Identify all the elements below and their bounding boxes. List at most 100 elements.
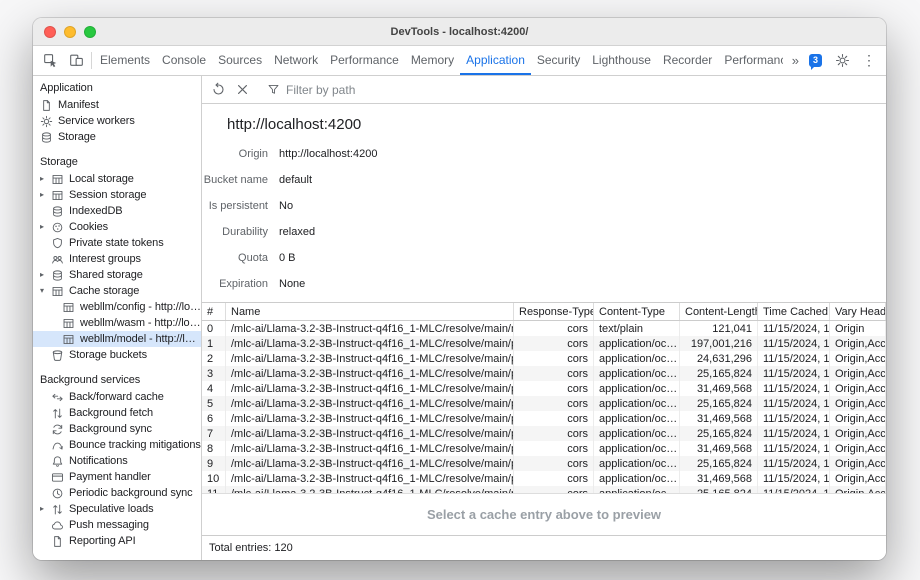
sidebar-item-label: Manifest: [58, 99, 99, 111]
cell-name: /mlc-ai/Llama-3.2-3B-Instruct-q4f16_1-ML…: [226, 471, 514, 486]
sync-icon: [51, 423, 64, 436]
cell-index: 3: [202, 366, 226, 381]
tab-console[interactable]: Console: [156, 46, 212, 75]
column-header-index[interactable]: #: [202, 303, 226, 320]
sidebar-item-webllm-config-http-loc[interactable]: webllm/config - http://loc…: [33, 299, 201, 315]
table-row[interactable]: 4/mlc-ai/Llama-3.2-3B-Instruct-q4f16_1-M…: [202, 381, 886, 396]
expander-icon[interactable]: ▸: [40, 267, 51, 283]
sidebar-item-indexeddb[interactable]: IndexedDB: [33, 203, 201, 219]
table-row[interactable]: 2/mlc-ai/Llama-3.2-3B-Instruct-q4f16_1-M…: [202, 351, 886, 366]
menu-button[interactable]: ⋮: [858, 52, 880, 69]
tab-performance[interactable]: Performance: [324, 46, 405, 75]
cell-response-type: cors: [514, 456, 594, 471]
cell-vary-header: Origin,Access…: [830, 456, 886, 471]
sidebar-item-manifest[interactable]: Manifest: [33, 97, 201, 113]
filter-input[interactable]: [286, 83, 486, 97]
expander-icon[interactable]: ▸: [40, 501, 51, 517]
table-row[interactable]: 8/mlc-ai/Llama-3.2-3B-Instruct-q4f16_1-M…: [202, 441, 886, 456]
expander-icon[interactable]: ▾: [40, 283, 51, 299]
sidebar-item-webllm-model-http-loc[interactable]: webllm/model - http://loc…: [33, 331, 201, 347]
maximize-button[interactable]: [84, 26, 96, 38]
tab-lighthouse[interactable]: Lighthouse: [586, 46, 657, 75]
minimize-button[interactable]: [64, 26, 76, 38]
column-header-content-type[interactable]: Content-Type: [594, 303, 680, 320]
tab-elements[interactable]: Elements: [94, 46, 156, 75]
expander-icon[interactable]: ▸: [40, 219, 51, 235]
expander-icon[interactable]: ▸: [40, 187, 51, 203]
table-row[interactable]: 3/mlc-ai/Llama-3.2-3B-Instruct-q4f16_1-M…: [202, 366, 886, 381]
cell-content-type: application/oc…: [594, 426, 680, 441]
settings-button[interactable]: [829, 53, 855, 68]
sidebar-item-shared-storage[interactable]: ▸Shared storage: [33, 267, 201, 283]
table-row[interactable]: 0/mlc-ai/Llama-3.2-3B-Instruct-q4f16_1-M…: [202, 321, 886, 336]
sidebar-item-local-storage[interactable]: ▸Local storage: [33, 171, 201, 187]
cell-index: 11: [202, 486, 226, 493]
table-row[interactable]: 7/mlc-ai/Llama-3.2-3B-Instruct-q4f16_1-M…: [202, 426, 886, 441]
cell-response-type: cors: [514, 486, 594, 493]
cell-vary-header: Origin: [830, 321, 886, 336]
sidebar-item-service-workers[interactable]: Service workers: [33, 113, 201, 129]
sidebar-item-cache-storage[interactable]: ▾Cache storage: [33, 283, 201, 299]
sidebar-item-reporting-api[interactable]: Reporting API: [33, 533, 201, 549]
sidebar-item-speculative-loads[interactable]: ▸Speculative loads: [33, 501, 201, 517]
origin-header: http://localhost:4200: [202, 104, 886, 136]
issues-badge[interactable]: 3: [809, 54, 822, 67]
sidebar-item-interest-groups[interactable]: Interest groups: [33, 251, 201, 267]
more-tabs-button[interactable]: »: [789, 53, 802, 68]
tab-sources[interactable]: Sources: [212, 46, 268, 75]
sidebar-item-push-messaging[interactable]: Push messaging: [33, 517, 201, 533]
inspect-element-button[interactable]: [37, 46, 63, 75]
table-row[interactable]: 11/mlc-ai/Llama-3.2-3B-Instruct-q4f16_1-…: [202, 486, 886, 493]
cell-name: /mlc-ai/Llama-3.2-3B-Instruct-q4f16_1-ML…: [226, 396, 514, 411]
tab-network[interactable]: Network: [268, 46, 324, 75]
sidebar-item-background-sync[interactable]: Background sync: [33, 421, 201, 437]
tab-security[interactable]: Security: [531, 46, 586, 75]
sidebar-item-webllm-wasm-http-loca[interactable]: webllm/wasm - http://loca…: [33, 315, 201, 331]
device-toolbar-button[interactable]: [63, 46, 89, 75]
refresh-button[interactable]: [207, 79, 229, 101]
sidebar-item-payment-handler[interactable]: Payment handler: [33, 469, 201, 485]
table-row[interactable]: 9/mlc-ai/Llama-3.2-3B-Instruct-q4f16_1-M…: [202, 456, 886, 471]
cell-content-length: 31,469,568: [680, 441, 758, 456]
clock-icon: [51, 487, 64, 500]
sidebar-item-bounce-tracking-mitigations[interactable]: Bounce tracking mitigations: [33, 437, 201, 453]
sidebar-item-back-forward-cache[interactable]: Back/forward cache: [33, 389, 201, 405]
column-header-content-length[interactable]: Content-Length: [680, 303, 758, 320]
cell-response-type: cors: [514, 411, 594, 426]
cell-time-cached: 11/15/2024, 10…: [758, 486, 830, 493]
cell-content-type: application/oc…: [594, 456, 680, 471]
cell-response-type: cors: [514, 381, 594, 396]
detail-label: Expiration: [202, 278, 268, 290]
sidebar-item-private-state-tokens[interactable]: Private state tokens: [33, 235, 201, 251]
sidebar-item-session-storage[interactable]: ▸Session storage: [33, 187, 201, 203]
tab-label: Network: [274, 53, 318, 67]
tab-application[interactable]: Application: [460, 46, 531, 75]
bucket-icon: [51, 349, 64, 362]
sidebar-item-periodic-background-sync[interactable]: Periodic background sync: [33, 485, 201, 501]
tab-label: Elements: [100, 53, 150, 67]
tab-memory[interactable]: Memory: [405, 46, 460, 75]
section-title-background-services: Background services: [33, 372, 201, 389]
sidebar-item-notifications[interactable]: Notifications: [33, 453, 201, 469]
table-row[interactable]: 6/mlc-ai/Llama-3.2-3B-Instruct-q4f16_1-M…: [202, 411, 886, 426]
sidebar-item-cookies[interactable]: ▸Cookies: [33, 219, 201, 235]
column-header-name[interactable]: Name: [226, 303, 514, 320]
tab-performance-insights[interactable]: Performance insights: [718, 46, 782, 75]
table-row[interactable]: 5/mlc-ai/Llama-3.2-3B-Instruct-q4f16_1-M…: [202, 396, 886, 411]
column-header-vary-header[interactable]: Vary Header: [830, 303, 886, 320]
sidebar-item-storage-buckets[interactable]: Storage buckets: [33, 347, 201, 363]
cookie-icon: [51, 221, 64, 234]
expander-icon[interactable]: ▸: [40, 171, 51, 187]
column-header-response-type[interactable]: Response-Type: [514, 303, 594, 320]
table-row[interactable]: 10/mlc-ai/Llama-3.2-3B-Instruct-q4f16_1-…: [202, 471, 886, 486]
delete-selected-button[interactable]: [231, 79, 253, 101]
column-header-time-cached[interactable]: Time Cached: [758, 303, 830, 320]
section-title-application: Application: [33, 80, 201, 97]
titlebar: DevTools - localhost:4200/: [33, 18, 886, 46]
table-row[interactable]: 1/mlc-ai/Llama-3.2-3B-Instruct-q4f16_1-M…: [202, 336, 886, 351]
close-button[interactable]: [44, 26, 56, 38]
sidebar-item-storage[interactable]: Storage: [33, 129, 201, 145]
cell-response-type: cors: [514, 336, 594, 351]
sidebar-item-background-fetch[interactable]: Background fetch: [33, 405, 201, 421]
tab-recorder[interactable]: Recorder: [657, 46, 718, 75]
